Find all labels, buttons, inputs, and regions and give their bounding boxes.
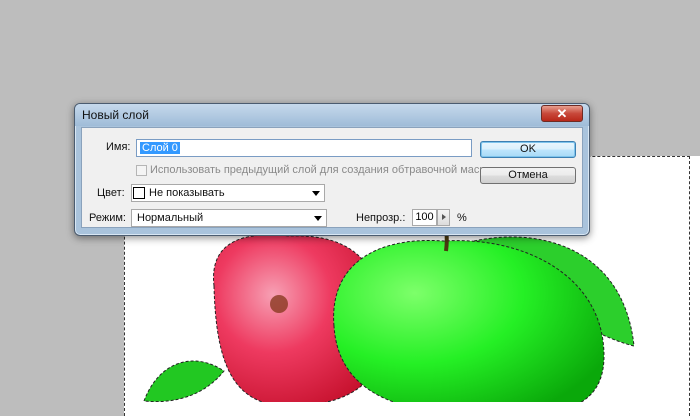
close-button[interactable]: ✕	[541, 105, 583, 122]
opacity-label: Непрозр.:	[356, 212, 406, 224]
opacity-input[interactable]: 100	[412, 209, 437, 226]
new-layer-dialog: Новый слой ✕ Имя: Слой 0 Использовать пр…	[74, 103, 590, 236]
dialog-body: Имя: Слой 0 Использовать предыдущий слой…	[81, 127, 583, 228]
layer-name-input[interactable]: Слой 0	[136, 139, 472, 157]
chevron-down-icon	[312, 191, 320, 196]
color-value: Не показывать	[149, 187, 225, 199]
ok-button[interactable]: OK	[480, 141, 576, 158]
layer-name-value: Слой 0	[140, 142, 180, 154]
color-swatch	[133, 187, 145, 199]
blend-mode-value: Нормальный	[137, 212, 204, 224]
opacity-unit: %	[457, 212, 467, 224]
close-icon: ✕	[556, 106, 568, 121]
clipping-mask-checkbox[interactable]	[136, 165, 147, 176]
blend-mode-select[interactable]: Нормальный	[131, 209, 327, 227]
chevron-down-icon	[314, 216, 322, 221]
mode-label: Режим:	[89, 212, 126, 224]
dialog-titlebar[interactable]: Новый слой ✕	[75, 104, 589, 126]
cancel-button[interactable]: Отмена	[480, 167, 576, 184]
opacity-slider-button[interactable]	[437, 209, 450, 226]
color-label: Цвет:	[97, 187, 125, 199]
color-select[interactable]: Не показывать	[131, 184, 325, 202]
dialog-title: Новый слой	[82, 108, 149, 122]
clipping-mask-label: Использовать предыдущий слой для создани…	[150, 164, 491, 176]
name-label: Имя:	[106, 141, 131, 153]
